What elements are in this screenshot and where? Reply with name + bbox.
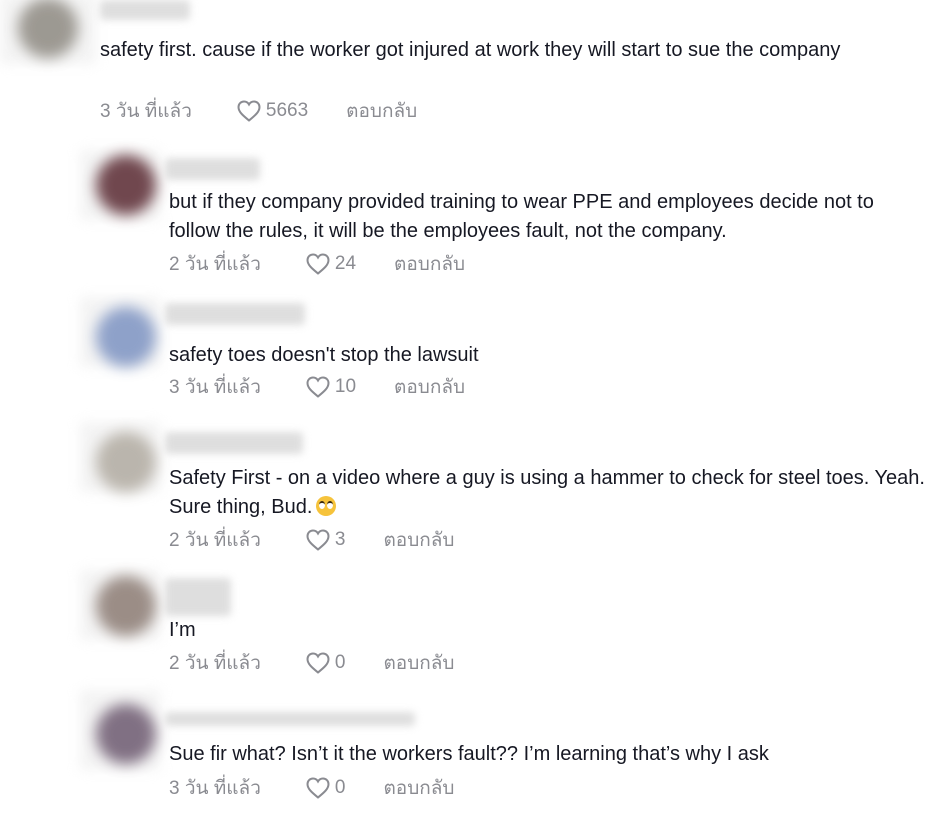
comment-meta: 2 วัน ที่แล้ว 24 ตอบกลับ (169, 250, 465, 278)
like-button[interactable]: 5663 (236, 99, 308, 123)
heart-icon (237, 100, 261, 122)
username[interactable] (165, 303, 305, 325)
comment-meta: 2 วัน ที่แล้ว 0 ตอบกลับ (169, 649, 454, 677)
like-count: 0 (334, 777, 346, 798)
like-count: 0 (334, 652, 346, 673)
heart-icon (306, 652, 330, 674)
reply-button[interactable]: ตอบกลับ (383, 773, 454, 803)
username[interactable] (165, 578, 231, 616)
heart-icon (306, 529, 330, 551)
username[interactable] (165, 712, 415, 726)
reply-button[interactable]: ตอบกลับ (383, 648, 454, 678)
like-button[interactable]: 10 (305, 375, 356, 399)
comment-5: I’m 2 วัน ที่แล้ว 0 ตอบกลับ (0, 570, 944, 680)
comment-1: safety first. cause if the worker got in… (0, 0, 944, 140)
comment-meta: 3 วัน ที่แล้ว 10 ตอบกลับ (169, 373, 465, 401)
like-button[interactable]: 24 (305, 252, 356, 276)
comment-text: but if they company provided training to… (169, 191, 874, 242)
reply-button[interactable]: ตอบกลับ (346, 96, 417, 126)
reply-button[interactable]: ตอบกลับ (394, 372, 465, 402)
like-button[interactable]: 0 (305, 776, 346, 800)
comment-meta: 3 วัน ที่แล้ว 0 ตอบกลับ (169, 774, 454, 802)
like-count: 10 (334, 376, 357, 397)
username[interactable] (165, 432, 303, 454)
like-count: 24 (334, 253, 357, 274)
comment-text: Safety First - on a video where a guy is… (169, 464, 929, 522)
like-button[interactable]: 3 (305, 528, 346, 552)
comment-text: Sue fir what? Isn’t it the workers fault… (169, 743, 769, 765)
comment-time: 3 วัน ที่แล้ว (169, 778, 261, 799)
comment-text-content: Safety First - on a video where a guy is… (169, 467, 925, 518)
username[interactable] (100, 0, 190, 20)
avatar[interactable] (96, 155, 156, 215)
comment-text: safety first. cause if the worker got in… (100, 39, 841, 61)
comment-text: I’m (169, 619, 196, 641)
avatar[interactable] (96, 307, 156, 367)
comment-time: 2 วัน ที่แล้ว (169, 254, 261, 275)
avatar[interactable] (96, 704, 156, 764)
comment-text: safety toes doesn't stop the lawsuit (169, 344, 479, 366)
comment-2: but if they company provided training to… (0, 140, 944, 285)
like-count: 3 (334, 529, 346, 550)
comment-time: 2 วัน ที่แล้ว (169, 530, 261, 551)
comment-meta: 3 วัน ที่แล้ว 5663 ตอบกลับ (100, 97, 417, 125)
eye-roll-emoji-icon (316, 496, 337, 516)
heart-icon (306, 777, 330, 799)
comment-time: 3 วัน ที่แล้ว (100, 101, 192, 122)
reply-button[interactable]: ตอบกลับ (394, 249, 465, 279)
comment-3: safety toes doesn't stop the lawsuit 3 ว… (0, 295, 944, 410)
reply-button[interactable]: ตอบกลับ (383, 525, 454, 555)
comment-4: Safety First - on a video where a guy is… (0, 420, 944, 560)
heart-icon (306, 253, 330, 275)
comment-6: Sue fir what? Isn’t it the workers fault… (0, 690, 944, 810)
like-count: 5663 (265, 100, 309, 121)
comment-meta: 2 วัน ที่แล้ว 3 ตอบกลับ (169, 526, 454, 554)
avatar[interactable] (96, 432, 156, 492)
comment-time: 3 วัน ที่แล้ว (169, 377, 261, 398)
avatar[interactable] (96, 576, 156, 636)
comment-time: 2 วัน ที่แล้ว (169, 653, 261, 674)
heart-icon (306, 376, 330, 398)
avatar[interactable] (18, 0, 78, 58)
like-button[interactable]: 0 (305, 651, 346, 675)
username[interactable] (165, 158, 260, 180)
